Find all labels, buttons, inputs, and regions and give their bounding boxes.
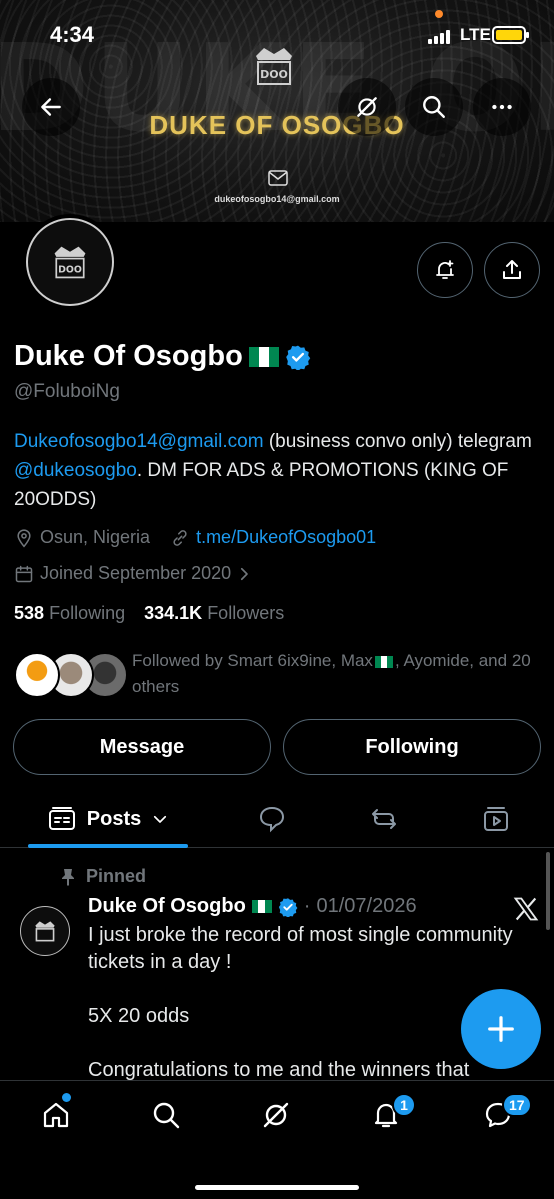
tab-media[interactable] [466, 790, 526, 848]
back-button[interactable] [22, 78, 80, 136]
home-icon [43, 1102, 69, 1128]
pinned-indicator: Pinned [60, 866, 146, 887]
link-icon [173, 529, 187, 546]
profile-location: Osun, Nigeria [40, 527, 151, 547]
tab-reposts[interactable] [354, 790, 414, 848]
profile-meta-row: Osun, Nigeria t.me/DukeofOsogbo01 [14, 527, 376, 548]
profile-website-link[interactable]: t.me/DukeofOsogbo01 [196, 527, 376, 548]
notify-button[interactable] [417, 242, 473, 298]
nav-grok[interactable] [256, 1095, 296, 1135]
pin-icon [62, 868, 74, 886]
followers-count-link[interactable]: 334.1K Followers [144, 603, 284, 623]
plus-icon [488, 1016, 514, 1042]
video-media-icon [484, 807, 508, 831]
back-arrow-icon [41, 98, 61, 116]
nigeria-flag-icon [248, 346, 279, 367]
post-author-name[interactable]: Duke Of Osogbo [88, 895, 246, 918]
search-icon [153, 1102, 180, 1129]
status-bar: 4:34 LTE [0, 0, 554, 70]
x-logo-icon[interactable] [512, 895, 540, 923]
mail-icon [268, 170, 288, 186]
reply-bubble-icon [259, 806, 285, 833]
joined-row[interactable]: Joined September 2020 [14, 563, 259, 584]
tab-replies[interactable] [242, 790, 302, 848]
bio-text-1: (business convo only) telegram [263, 431, 532, 452]
follow-counts: 538 Following 334.1K Followers [14, 603, 284, 624]
share-button[interactable] [484, 242, 540, 298]
calendar-icon [15, 565, 33, 582]
profile-avatar[interactable]: DOO [22, 214, 118, 310]
post-line-3: Congratulations to me and the winners th… [88, 1059, 470, 1081]
chevron-down-icon [154, 815, 167, 823]
grok-icon [357, 97, 377, 117]
location-icon [17, 528, 31, 547]
tab-posts-label: Posts [86, 807, 142, 830]
post-line-1: I just broke the record of most single c… [88, 924, 513, 973]
messages-badge: 17 [502, 1093, 532, 1117]
following-count: 538 [14, 603, 45, 623]
pinned-label: Pinned [86, 866, 147, 886]
post-author-avatar[interactable] [20, 906, 70, 956]
followed-by-avatars[interactable] [14, 652, 128, 698]
chevron-right-icon [241, 567, 248, 580]
banner-title: DUKE OF OSOGBO [149, 110, 405, 140]
bio-telegram-link[interactable]: @dukeosogbo [14, 460, 137, 481]
search-button[interactable] [405, 78, 463, 136]
post-date[interactable]: 01/07/2026 [316, 895, 416, 918]
svg-text:DOO: DOO [58, 264, 82, 275]
profile-joined: Joined September 2020 [40, 563, 232, 583]
nav-home[interactable] [36, 1095, 76, 1135]
active-tab-indicator [28, 844, 188, 848]
avatar-logo-icon [35, 921, 55, 942]
nigeria-flag-icon [374, 655, 393, 668]
display-name: Duke Of Osogbo [14, 340, 243, 372]
followers-label: Followers [207, 603, 285, 623]
profile-name: Duke Of Osogbo [14, 340, 311, 373]
more-button[interactable] [473, 78, 531, 136]
grok-button[interactable] [338, 78, 396, 136]
signal-icon [428, 28, 450, 44]
profile-tabs: Posts [0, 790, 554, 848]
bio-email-link[interactable]: Dukeofosogbo14@gmail.com [14, 431, 264, 452]
recording-indicator-dot [435, 10, 443, 18]
verified-badge-icon [285, 345, 311, 370]
follower-avatar [14, 652, 60, 698]
repost-icon [372, 809, 396, 829]
posts-feed-icon [48, 807, 75, 830]
following-label: Following [49, 603, 126, 623]
banner-email: dukeofosogbo14@gmail.com [214, 194, 340, 204]
notifications-badge: 1 [392, 1093, 416, 1117]
share-icon [503, 260, 521, 279]
nav-search[interactable] [146, 1095, 186, 1135]
compose-post-button[interactable] [461, 989, 541, 1069]
network-type: LTE [460, 25, 491, 44]
post-separator: · [303, 895, 311, 917]
status-time: 4:34 [50, 22, 95, 47]
profile-bio: Dukeofosogbo14@gmail.com (business convo… [14, 427, 544, 514]
followed-by-text[interactable]: Followed by Smart 6ix9ine, Max, Ayomide,… [132, 648, 532, 700]
more-icon [492, 104, 512, 110]
followers-count: 334.1K [144, 603, 203, 623]
nigeria-flag-icon [251, 900, 272, 913]
message-button[interactable]: Message [13, 719, 271, 775]
grok-icon [263, 1102, 289, 1128]
following-button[interactable]: Following [283, 719, 541, 775]
verified-badge-icon [278, 897, 298, 917]
bell-plus-icon [436, 260, 454, 279]
scrollbar[interactable] [546, 852, 550, 930]
avatar-logo-icon: DOO [54, 246, 86, 279]
followed-by-names: Followed by Smart 6ix9ine, Max [132, 651, 373, 670]
battery-icon [492, 26, 529, 44]
search-icon [423, 96, 445, 118]
tab-posts[interactable]: Posts [28, 790, 188, 848]
bottom-navigation: 1 17 [0, 1080, 554, 1199]
post-header: Duke Of Osogbo · 01/07/2026 [88, 895, 417, 918]
profile-handle: @FoluboiNg [14, 381, 120, 402]
home-indicator [195, 1185, 359, 1190]
home-unread-dot [62, 1093, 71, 1102]
following-count-link[interactable]: 538 Following [14, 603, 125, 623]
